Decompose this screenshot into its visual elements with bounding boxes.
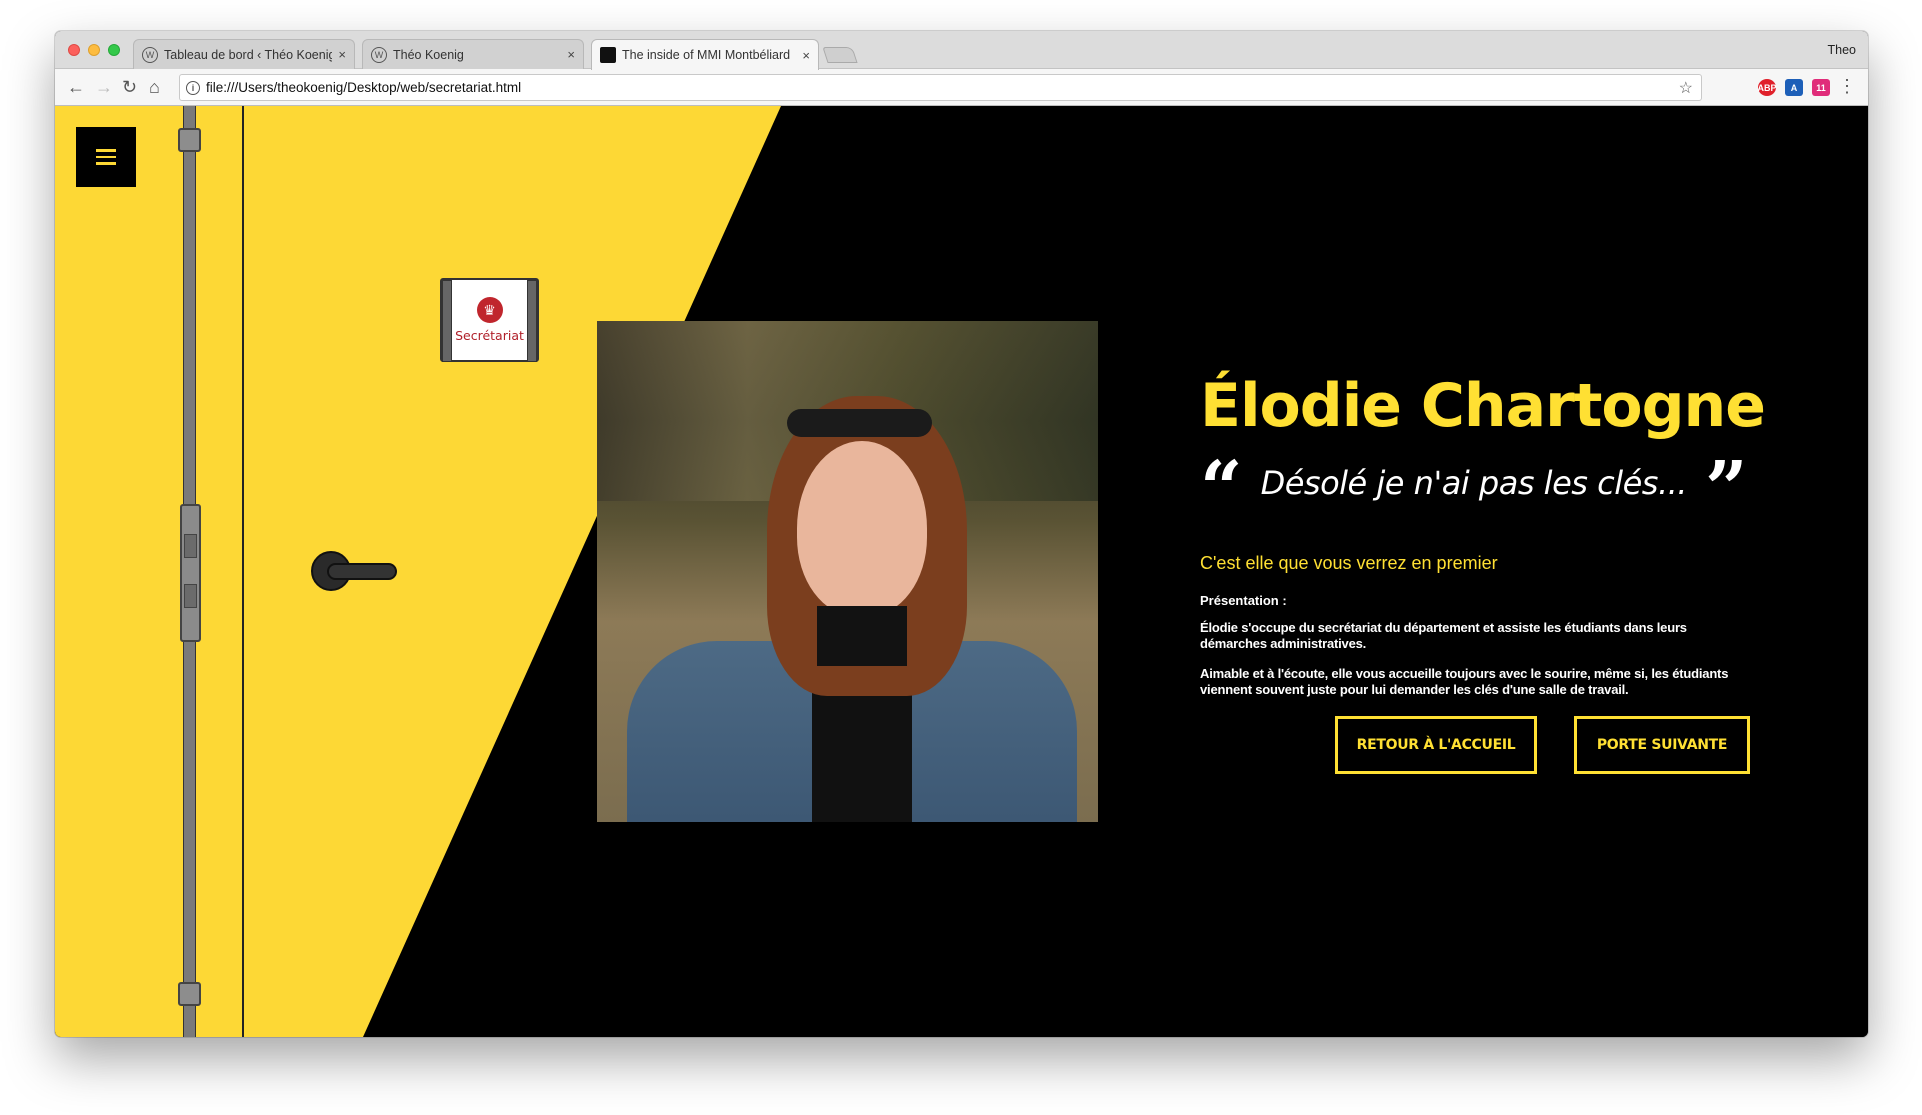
presentation-label: Présentation : xyxy=(1200,593,1287,608)
close-tab-icon[interactable]: × xyxy=(567,47,575,62)
wordpress-icon: W xyxy=(371,46,387,63)
profile-name[interactable]: Theo xyxy=(1828,43,1857,57)
person-quote: “ Désolé je n'ai pas les clés... ” xyxy=(1200,446,1748,532)
back-to-home-button[interactable]: RETOUR À L'ACCUEIL xyxy=(1335,716,1537,774)
person-subtitle: C'est elle que vous verrez en premier xyxy=(1200,553,1498,573)
back-icon[interactable]: ← xyxy=(67,76,85,98)
portrait-photo xyxy=(597,321,1098,822)
person-name: Élodie Chartogne xyxy=(1200,371,1766,441)
close-tab-icon[interactable]: × xyxy=(338,47,346,62)
crown-logo-icon: ♛ xyxy=(476,297,503,323)
close-quote-icon: ” xyxy=(1704,446,1748,532)
tab-label: The inside of MMI Montbéliard xyxy=(622,48,791,62)
rail-bracket xyxy=(178,982,201,1006)
url-input[interactable] xyxy=(206,80,1701,95)
open-quote-icon: “ xyxy=(1200,446,1243,532)
presentation-paragraph: Élodie s'occupe du secrétariat du départ… xyxy=(1200,620,1687,651)
site-favicon-icon xyxy=(600,47,616,63)
tab-strip: W Tableau de bord ‹ Théo Koenig × W Théo… xyxy=(55,31,1868,70)
info-icon[interactable]: i xyxy=(186,80,200,95)
adblock-icon[interactable]: ABP xyxy=(1758,79,1777,96)
address-bar[interactable]: i ☆ xyxy=(179,74,1702,101)
tab-label: Théo Koenig xyxy=(393,47,464,62)
tab-dashboard[interactable]: W Tableau de bord ‹ Théo Koenig × xyxy=(133,39,355,69)
tab-theo-koenig[interactable]: W Théo Koenig × xyxy=(362,39,584,69)
translate-icon[interactable]: A xyxy=(1785,79,1803,96)
tab-label: Tableau de bord ‹ Théo Koenig xyxy=(164,47,333,62)
hamburger-menu-button[interactable] xyxy=(76,127,136,187)
close-tab-icon[interactable]: × xyxy=(802,48,810,63)
rail-bracket xyxy=(178,128,201,152)
browser-toolbar: ← → ↻ ⌂ i ☆ ABP A 11 ⋮ xyxy=(55,69,1868,106)
quote-text: Désolé je n'ai pas les clés... xyxy=(1260,464,1688,502)
tab-mmi-montbeliard[interactable]: The inside of MMI Montbéliard × xyxy=(591,39,819,70)
bookmark-star-icon[interactable]: ☆ xyxy=(1679,78,1693,98)
wordpress-icon: W xyxy=(142,46,158,63)
home-icon[interactable]: ⌂ xyxy=(149,76,160,98)
hamburger-icon xyxy=(96,149,116,152)
door-sign-label: Secrétariat xyxy=(455,328,524,343)
door-edge-line xyxy=(242,106,244,1037)
door-sign-secretariat: ♛ Secrétariat xyxy=(440,278,539,362)
close-window-button[interactable] xyxy=(68,44,80,56)
page-content: ♛ Secrétariat Élodie Chartogne “ Désolé … xyxy=(55,106,1868,1037)
door-lock xyxy=(180,504,201,642)
browser-menu-icon[interactable]: ⋮ xyxy=(1838,77,1856,95)
new-tab-button[interactable] xyxy=(822,47,858,63)
minimize-window-button[interactable] xyxy=(88,44,100,56)
browser-window: W Tableau de bord ‹ Théo Koenig × W Théo… xyxy=(55,31,1868,1037)
reload-icon[interactable]: ↻ xyxy=(122,76,137,98)
next-door-button[interactable]: PORTE SUIVANTE xyxy=(1574,716,1750,774)
maximize-window-button[interactable] xyxy=(108,44,120,56)
presentation-paragraph: Aimable et à l'écoute, elle vous accueil… xyxy=(1200,666,1729,697)
calendar-icon[interactable]: 11 xyxy=(1812,79,1830,96)
forward-icon[interactable]: → xyxy=(95,76,113,98)
